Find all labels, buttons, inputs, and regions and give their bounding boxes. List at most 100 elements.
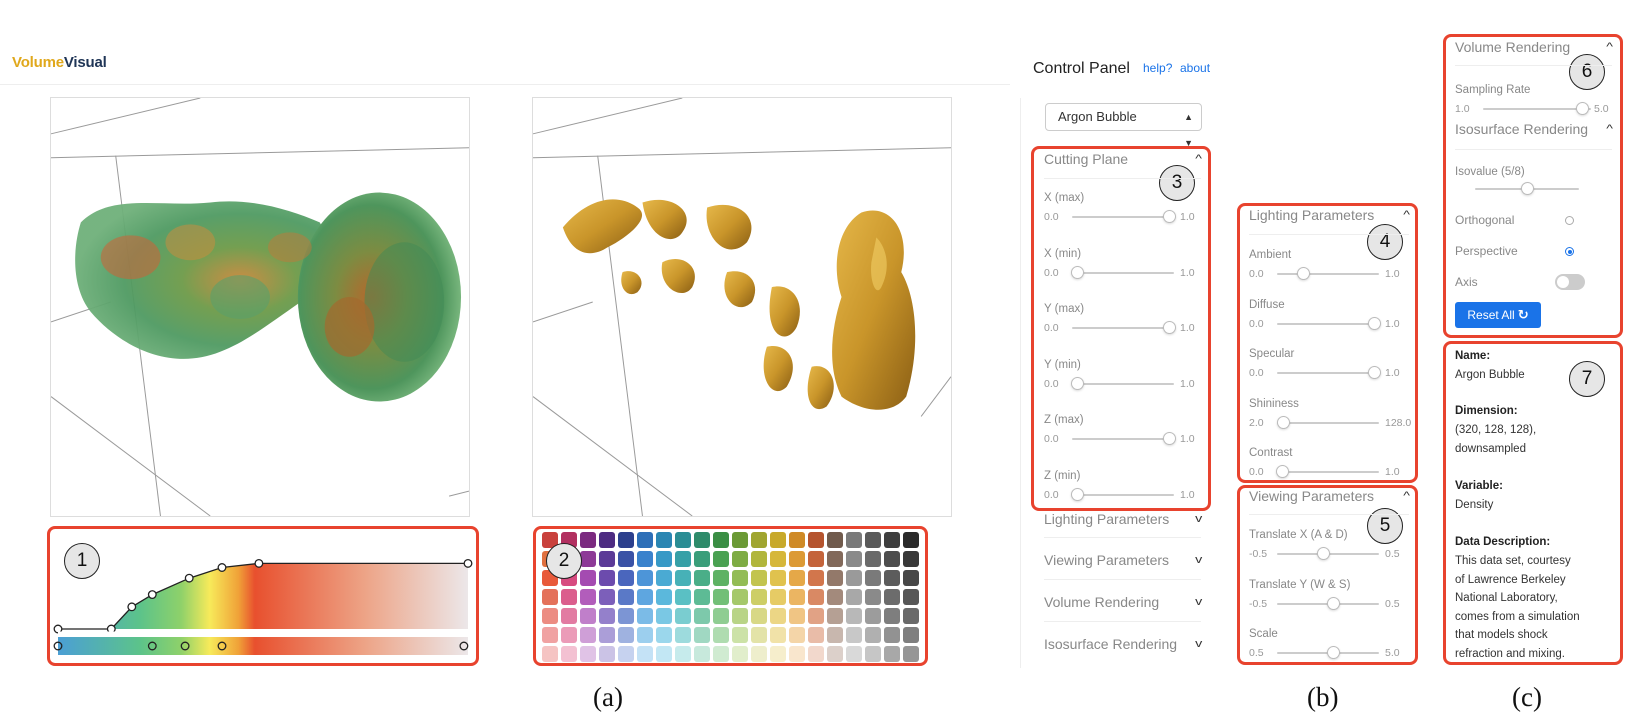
- palette-swatch[interactable]: [637, 608, 653, 624]
- opacity-control-point[interactable]: [254, 558, 264, 568]
- sampling-rate-slider[interactable]: [1483, 108, 1591, 110]
- palette-grid[interactable]: [542, 532, 919, 662]
- palette-swatch[interactable]: [561, 627, 577, 643]
- palette-swatch[interactable]: [808, 627, 824, 643]
- palette-swatch[interactable]: [580, 589, 596, 605]
- cutting-plane-thumb[interactable]: [1071, 265, 1085, 279]
- palette-swatch[interactable]: [599, 589, 615, 605]
- palette-swatch[interactable]: [789, 646, 805, 662]
- palette-swatch[interactable]: [884, 627, 900, 643]
- palette-swatch[interactable]: [580, 570, 596, 586]
- palette-swatch[interactable]: [732, 627, 748, 643]
- palette-swatch[interactable]: [732, 608, 748, 624]
- palette-swatch[interactable]: [618, 551, 634, 567]
- palette-swatch[interactable]: [770, 589, 786, 605]
- palette-swatch[interactable]: [846, 627, 862, 643]
- lighting-slider[interactable]: [1277, 322, 1379, 325]
- palette-swatch[interactable]: [599, 608, 615, 624]
- palette-swatch[interactable]: [903, 532, 919, 548]
- palette-swatch[interactable]: [675, 608, 691, 624]
- palette-swatch[interactable]: [580, 608, 596, 624]
- isovalue-thumb[interactable]: [1521, 182, 1534, 195]
- palette-swatch[interactable]: [637, 570, 653, 586]
- accordion-volume-open[interactable]: Volume Rendering ^: [1455, 39, 1613, 55]
- palette-swatch[interactable]: [865, 589, 881, 605]
- palette-swatch[interactable]: [694, 608, 710, 624]
- cutting-plane-thumb[interactable]: [1162, 210, 1176, 223]
- lighting-slider[interactable]: [1277, 421, 1379, 424]
- palette-swatch[interactable]: [789, 551, 805, 567]
- palette-swatch[interactable]: [789, 570, 805, 586]
- palette-swatch[interactable]: [656, 646, 672, 662]
- palette-swatch[interactable]: [827, 589, 843, 605]
- accordion-isosurface-rendering[interactable]: Isosurface Rendering v: [1044, 636, 1202, 652]
- isosurface-render-viewport[interactable]: [532, 97, 952, 517]
- accordion-lighting-open[interactable]: Lighting Parameters ^: [1249, 207, 1410, 223]
- palette-swatch[interactable]: [656, 570, 672, 586]
- palette-swatch[interactable]: [770, 551, 786, 567]
- palette-swatch[interactable]: [580, 532, 596, 548]
- palette-swatch[interactable]: [713, 608, 729, 624]
- palette-swatch[interactable]: [865, 646, 881, 662]
- palette-swatch[interactable]: [865, 627, 881, 643]
- palette-swatch[interactable]: [884, 570, 900, 586]
- palette-swatch[interactable]: [770, 608, 786, 624]
- palette-swatch[interactable]: [637, 627, 653, 643]
- orthogonal-radio[interactable]: [1565, 216, 1574, 225]
- palette-swatch[interactable]: [903, 551, 919, 567]
- palette-swatch[interactable]: [846, 608, 862, 624]
- cutting-plane-thumb[interactable]: [1071, 376, 1085, 390]
- palette-swatch[interactable]: [713, 627, 729, 643]
- cutting-plane-thumb[interactable]: [1071, 488, 1085, 501]
- palette-swatch[interactable]: [751, 646, 767, 662]
- palette-swatch[interactable]: [808, 570, 824, 586]
- palette-swatch[interactable]: [618, 589, 634, 605]
- palette-swatch[interactable]: [789, 589, 805, 605]
- palette-swatch[interactable]: [884, 646, 900, 662]
- palette-swatch[interactable]: [580, 627, 596, 643]
- palette-swatch[interactable]: [713, 532, 729, 548]
- palette-swatch[interactable]: [865, 570, 881, 586]
- palette-swatch[interactable]: [675, 532, 691, 548]
- lighting-parameters-panel[interactable]: 4: [1237, 203, 1418, 483]
- palette-swatch[interactable]: [732, 532, 748, 548]
- palette-swatch[interactable]: [903, 589, 919, 605]
- palette-swatch[interactable]: [694, 589, 710, 605]
- cutting-plane-slider[interactable]: [1072, 271, 1174, 274]
- palette-swatch[interactable]: [751, 570, 767, 586]
- palette-swatch[interactable]: [599, 627, 615, 643]
- about-link[interactable]: about: [1180, 61, 1210, 75]
- reset-all-button[interactable]: Reset All ↻: [1455, 302, 1541, 328]
- palette-swatch[interactable]: [618, 627, 634, 643]
- palette-swatch[interactable]: [599, 532, 615, 548]
- axis-toggle[interactable]: [1555, 274, 1585, 290]
- palette-swatch[interactable]: [846, 532, 862, 548]
- palette-swatch[interactable]: [827, 646, 843, 662]
- palette-swatch[interactable]: [827, 532, 843, 548]
- palette-swatch[interactable]: [694, 532, 710, 548]
- accordion-isosurface-open[interactable]: Isosurface Rendering ^: [1455, 121, 1613, 137]
- palette-swatch[interactable]: [732, 589, 748, 605]
- palette-swatch[interactable]: [656, 627, 672, 643]
- palette-swatch[interactable]: [789, 608, 805, 624]
- app-logo[interactable]: VolumeVisual: [12, 54, 107, 71]
- palette-swatch[interactable]: [827, 627, 843, 643]
- palette-swatch[interactable]: [542, 646, 558, 662]
- palette-swatch[interactable]: [656, 532, 672, 548]
- palette-swatch[interactable]: [846, 589, 862, 605]
- cutting-plane-slider[interactable]: [1072, 382, 1174, 385]
- cutting-plane-slider[interactable]: [1072, 494, 1174, 496]
- palette-swatch[interactable]: [599, 570, 615, 586]
- palette-swatch[interactable]: [846, 570, 862, 586]
- lighting-thumb[interactable]: [1296, 267, 1310, 280]
- palette-swatch[interactable]: [903, 646, 919, 662]
- lighting-thumb[interactable]: [1367, 366, 1381, 380]
- palette-swatch[interactable]: [846, 646, 862, 662]
- palette-swatch[interactable]: [561, 646, 577, 662]
- palette-swatch[interactable]: [637, 646, 653, 662]
- palette-swatch[interactable]: [808, 589, 824, 605]
- palette-swatch[interactable]: [599, 646, 615, 662]
- palette-swatch[interactable]: [618, 532, 634, 548]
- opacity-control-point[interactable]: [127, 602, 137, 612]
- palette-swatch[interactable]: [808, 646, 824, 662]
